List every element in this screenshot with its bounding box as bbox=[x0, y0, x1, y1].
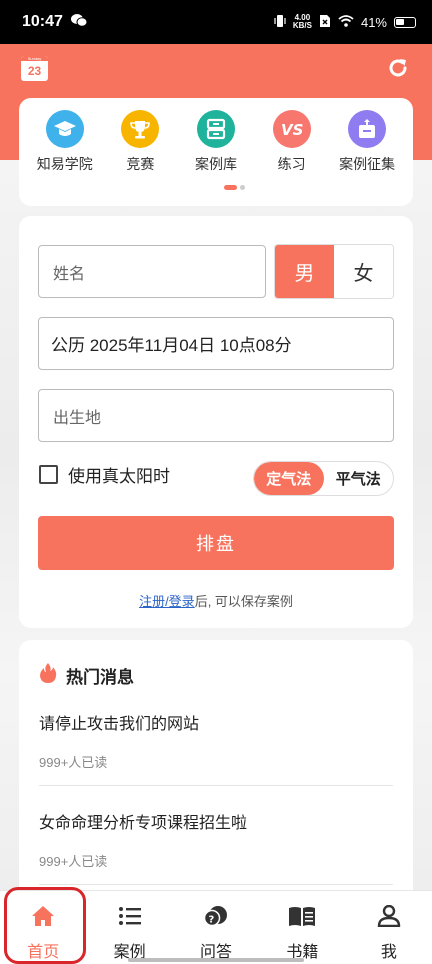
collect-icon bbox=[348, 110, 387, 148]
true-solar-time-label: 使用真太阳时 bbox=[68, 467, 170, 486]
status-bar: 10:47 4.00 KB/S 41% bbox=[0, 0, 432, 44]
wifi-icon bbox=[338, 14, 354, 30]
register-login-link[interactable]: 注册/登录 bbox=[139, 594, 195, 609]
quick-item-practice[interactable]: VS 练习 bbox=[259, 110, 325, 174]
quick-menu-card: 知易学院 竞赛 案例库 VS 练习 案例征集 bbox=[19, 98, 413, 206]
user-icon bbox=[377, 904, 401, 932]
vs-icon: VS bbox=[272, 110, 311, 148]
page-dot bbox=[240, 185, 245, 190]
trophy-icon bbox=[121, 110, 160, 148]
list-icon bbox=[118, 905, 142, 932]
hot-news-card: 热门消息 请停止攻击我们的网站 999+人已读 女命命理分析专项课程招生啦 99… bbox=[19, 640, 413, 900]
page-dot-active bbox=[224, 185, 237, 190]
birthplace-input[interactable]: 出生地 bbox=[38, 389, 394, 442]
quick-item-case-library[interactable]: 案例库 bbox=[183, 110, 249, 174]
bottom-tab-bar: 首页 案例 ? 问答 书籍 我 bbox=[0, 890, 432, 964]
tab-qa[interactable]: ? 问答 bbox=[173, 891, 259, 964]
hot-news-title: 热门消息 bbox=[66, 668, 134, 687]
tab-cases[interactable]: 案例 bbox=[86, 891, 172, 964]
tab-label: 我 bbox=[380, 944, 397, 961]
tab-me[interactable]: 我 bbox=[346, 891, 432, 964]
sim-x-icon bbox=[319, 14, 331, 31]
network-speed-unit: KB/S bbox=[292, 21, 312, 30]
true-solar-time-checkbox[interactable] bbox=[39, 465, 58, 484]
battery-percent: 41% bbox=[360, 14, 387, 30]
quick-item-case-collection[interactable]: 案例征集 bbox=[334, 110, 400, 174]
calendar-icon[interactable]: Sunday 23 bbox=[21, 56, 48, 81]
refresh-icon[interactable] bbox=[386, 56, 410, 80]
gender-selector: 男 女 bbox=[274, 244, 394, 299]
method-option-mean[interactable]: 平气法 bbox=[324, 462, 394, 495]
battery-icon bbox=[394, 16, 416, 28]
divider bbox=[39, 884, 393, 885]
name-input[interactable]: 姓名 bbox=[38, 245, 266, 298]
chart-form-card: 姓名 男 女 公历 2025年11月04日 10点08分 出生地 使用真太阳时 … bbox=[19, 216, 413, 628]
true-solar-time-option[interactable]: 使用真太阳时 bbox=[39, 462, 170, 487]
quick-item-label: 案例库 bbox=[194, 156, 237, 172]
fire-icon bbox=[38, 662, 58, 689]
news-item[interactable]: 请停止攻击我们的网站 999+人已读 bbox=[39, 710, 393, 771]
svg-text:VS: VS bbox=[281, 121, 303, 138]
submit-chart-button[interactable]: 排盘 bbox=[38, 516, 394, 570]
quick-item-academy[interactable]: 知易学院 bbox=[32, 110, 98, 174]
page-indicator bbox=[224, 185, 245, 190]
quick-item-competition[interactable]: 竞赛 bbox=[107, 110, 173, 174]
news-read-count: 999+人已读 bbox=[39, 854, 108, 869]
news-read-count: 999+人已读 bbox=[39, 755, 108, 770]
home-indicator[interactable] bbox=[128, 958, 304, 962]
quick-item-label: 案例征集 bbox=[339, 156, 396, 172]
tab-books[interactable]: 书籍 bbox=[259, 891, 345, 964]
method-option-fixed[interactable]: 定气法 bbox=[254, 462, 324, 495]
tab-home[interactable]: 首页 bbox=[0, 891, 86, 964]
wechat-icon bbox=[70, 13, 88, 31]
news-headline: 女命命理分析专项课程招生啦 bbox=[39, 815, 248, 832]
network-speed: 4.00 KB/S bbox=[293, 14, 312, 30]
quick-item-label: 练习 bbox=[277, 156, 306, 172]
divider bbox=[39, 785, 393, 786]
svg-text:?: ? bbox=[209, 915, 215, 926]
solar-term-method-toggle: 定气法 平气法 bbox=[253, 461, 394, 496]
home-icon bbox=[31, 905, 55, 932]
register-note: 注册/登录后, 可以保存案例 bbox=[19, 591, 413, 610]
gender-female-option[interactable]: 女 bbox=[334, 245, 393, 298]
news-headline: 请停止攻击我们的网站 bbox=[39, 716, 200, 733]
news-item[interactable]: 女命命理分析专项课程招生啦 999+人已读 bbox=[39, 809, 393, 870]
vibrate-icon bbox=[274, 14, 286, 31]
book-icon bbox=[288, 905, 316, 932]
birth-date-input[interactable]: 公历 2025年11月04日 10点08分 bbox=[38, 317, 394, 370]
quick-item-label: 竞赛 bbox=[126, 156, 155, 172]
graduation-cap-icon bbox=[45, 110, 84, 148]
hot-news-header: 热门消息 bbox=[38, 662, 134, 689]
chat-question-icon: ? bbox=[203, 905, 229, 932]
tab-label: 首页 bbox=[27, 944, 60, 961]
quick-item-label: 知易学院 bbox=[36, 156, 93, 172]
archive-icon bbox=[196, 110, 235, 148]
register-note-suffix: 后, 可以保存案例 bbox=[194, 594, 293, 609]
status-time: 10:47 bbox=[22, 13, 63, 30]
gender-male-option[interactable]: 男 bbox=[275, 245, 334, 298]
calendar-day: 23 bbox=[27, 64, 42, 78]
